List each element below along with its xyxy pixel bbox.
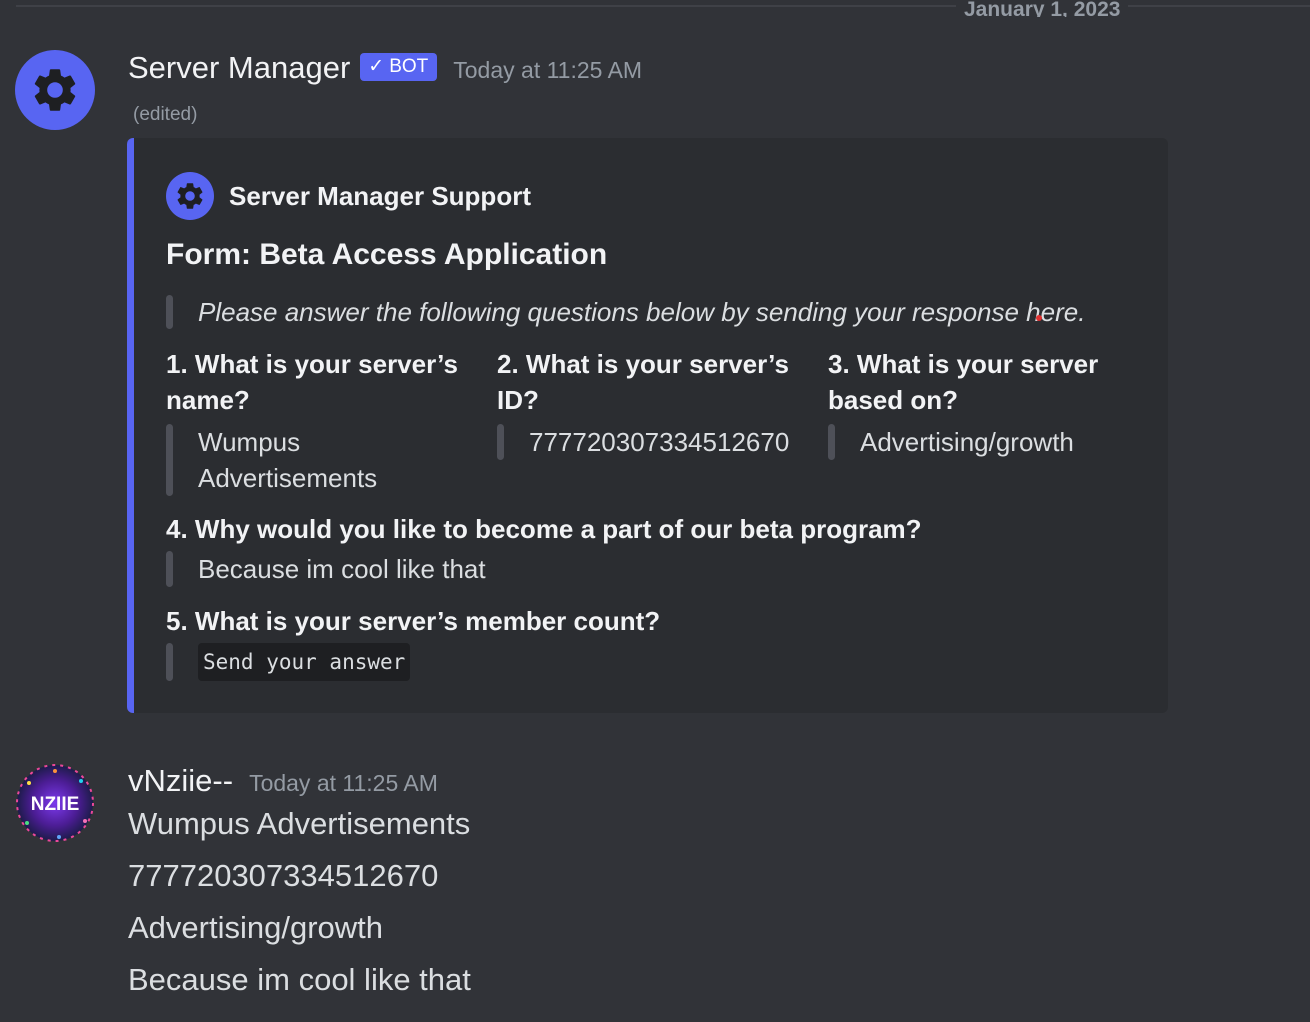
bot-avatar[interactable] [15,50,95,130]
message-line: Wumpus Advertisements [128,806,471,841]
date-divider-label: January 1, 2023 [956,0,1129,17]
embed-author: Server Manager Support [166,172,531,220]
field-name: 3. What is your server based on? [828,349,1099,415]
bot-message-header: Server Manager ✓ BOT Today at 11:25 AM [128,50,642,87]
embed-field: 5. What is your server’s member count? S… [166,603,1126,681]
date-divider: January 1, 2023 [16,0,1310,17]
bot-username[interactable]: Server Manager [128,50,350,86]
embed-author-name: Server Manager Support [229,180,531,211]
edited-indicator[interactable]: (edited) [133,104,197,126]
bot-tag: ✓ BOT [360,53,438,81]
embed-author-icon [166,172,214,220]
cursor-marker [1036,315,1042,321]
message-line: Advertising/growth [128,910,384,945]
embed: Server Manager Support Form: Beta Access… [127,138,1168,713]
nziie-logo: NZIIE [16,764,94,842]
embed-title: Form: Beta Access Application [166,238,608,271]
svg-text:NZIIE: NZIIE [31,794,80,815]
field-name: 5. What is your server’s member count? [166,606,661,636]
field-name: 4. Why would you like to become a part o… [166,514,922,544]
embed-field: 1. What is your server’s name? Wumpus Ad… [166,346,466,496]
user-message-header: vNziie-- Today at 11:25 AM [128,763,438,799]
user-username[interactable]: vNziie-- [128,763,233,799]
user-message-timestamp[interactable]: Today at 11:25 AM [249,770,438,797]
gear-icon [34,69,76,111]
field-value: Because im cool like that [166,551,1126,587]
message-line: Because im cool like that [128,962,471,997]
field-value: Advertising/growth [828,424,1128,460]
gear-icon [177,183,203,209]
embed-description: Please answer the following questions be… [166,295,1085,329]
field-value-text: 777720307334512670 [529,427,790,457]
field-value-text: Advertising/growth [860,427,1074,457]
field-value: Wumpus Advertisements [166,424,466,496]
field-name: 1. What is your server’s name? [166,349,458,415]
bot-message-timestamp[interactable]: Today at 11:25 AM [453,57,642,84]
user-avatar[interactable]: NZIIE [15,763,95,843]
inline-code: Send your answer [198,643,411,681]
field-value: Send your answer [166,643,1126,681]
verified-check-icon: ✓ [368,56,385,77]
field-name: 2. What is your server’s ID? [497,349,789,415]
embed-description-text: Please answer the following questions be… [198,297,1086,327]
field-value-text: Because im cool like that [198,554,486,584]
bot-tag-label: BOT [389,55,429,77]
field-value: 777720307334512670 [497,424,797,460]
field-value-text: Wumpus Advertisements [198,427,378,493]
embed-field: 3. What is your server based on? Adverti… [828,346,1128,460]
message-line: 777720307334512670 [128,858,439,893]
embed-field: 4. Why would you like to become a part o… [166,511,1126,587]
embed-field: 2. What is your server’s ID? 77772030733… [497,346,797,460]
